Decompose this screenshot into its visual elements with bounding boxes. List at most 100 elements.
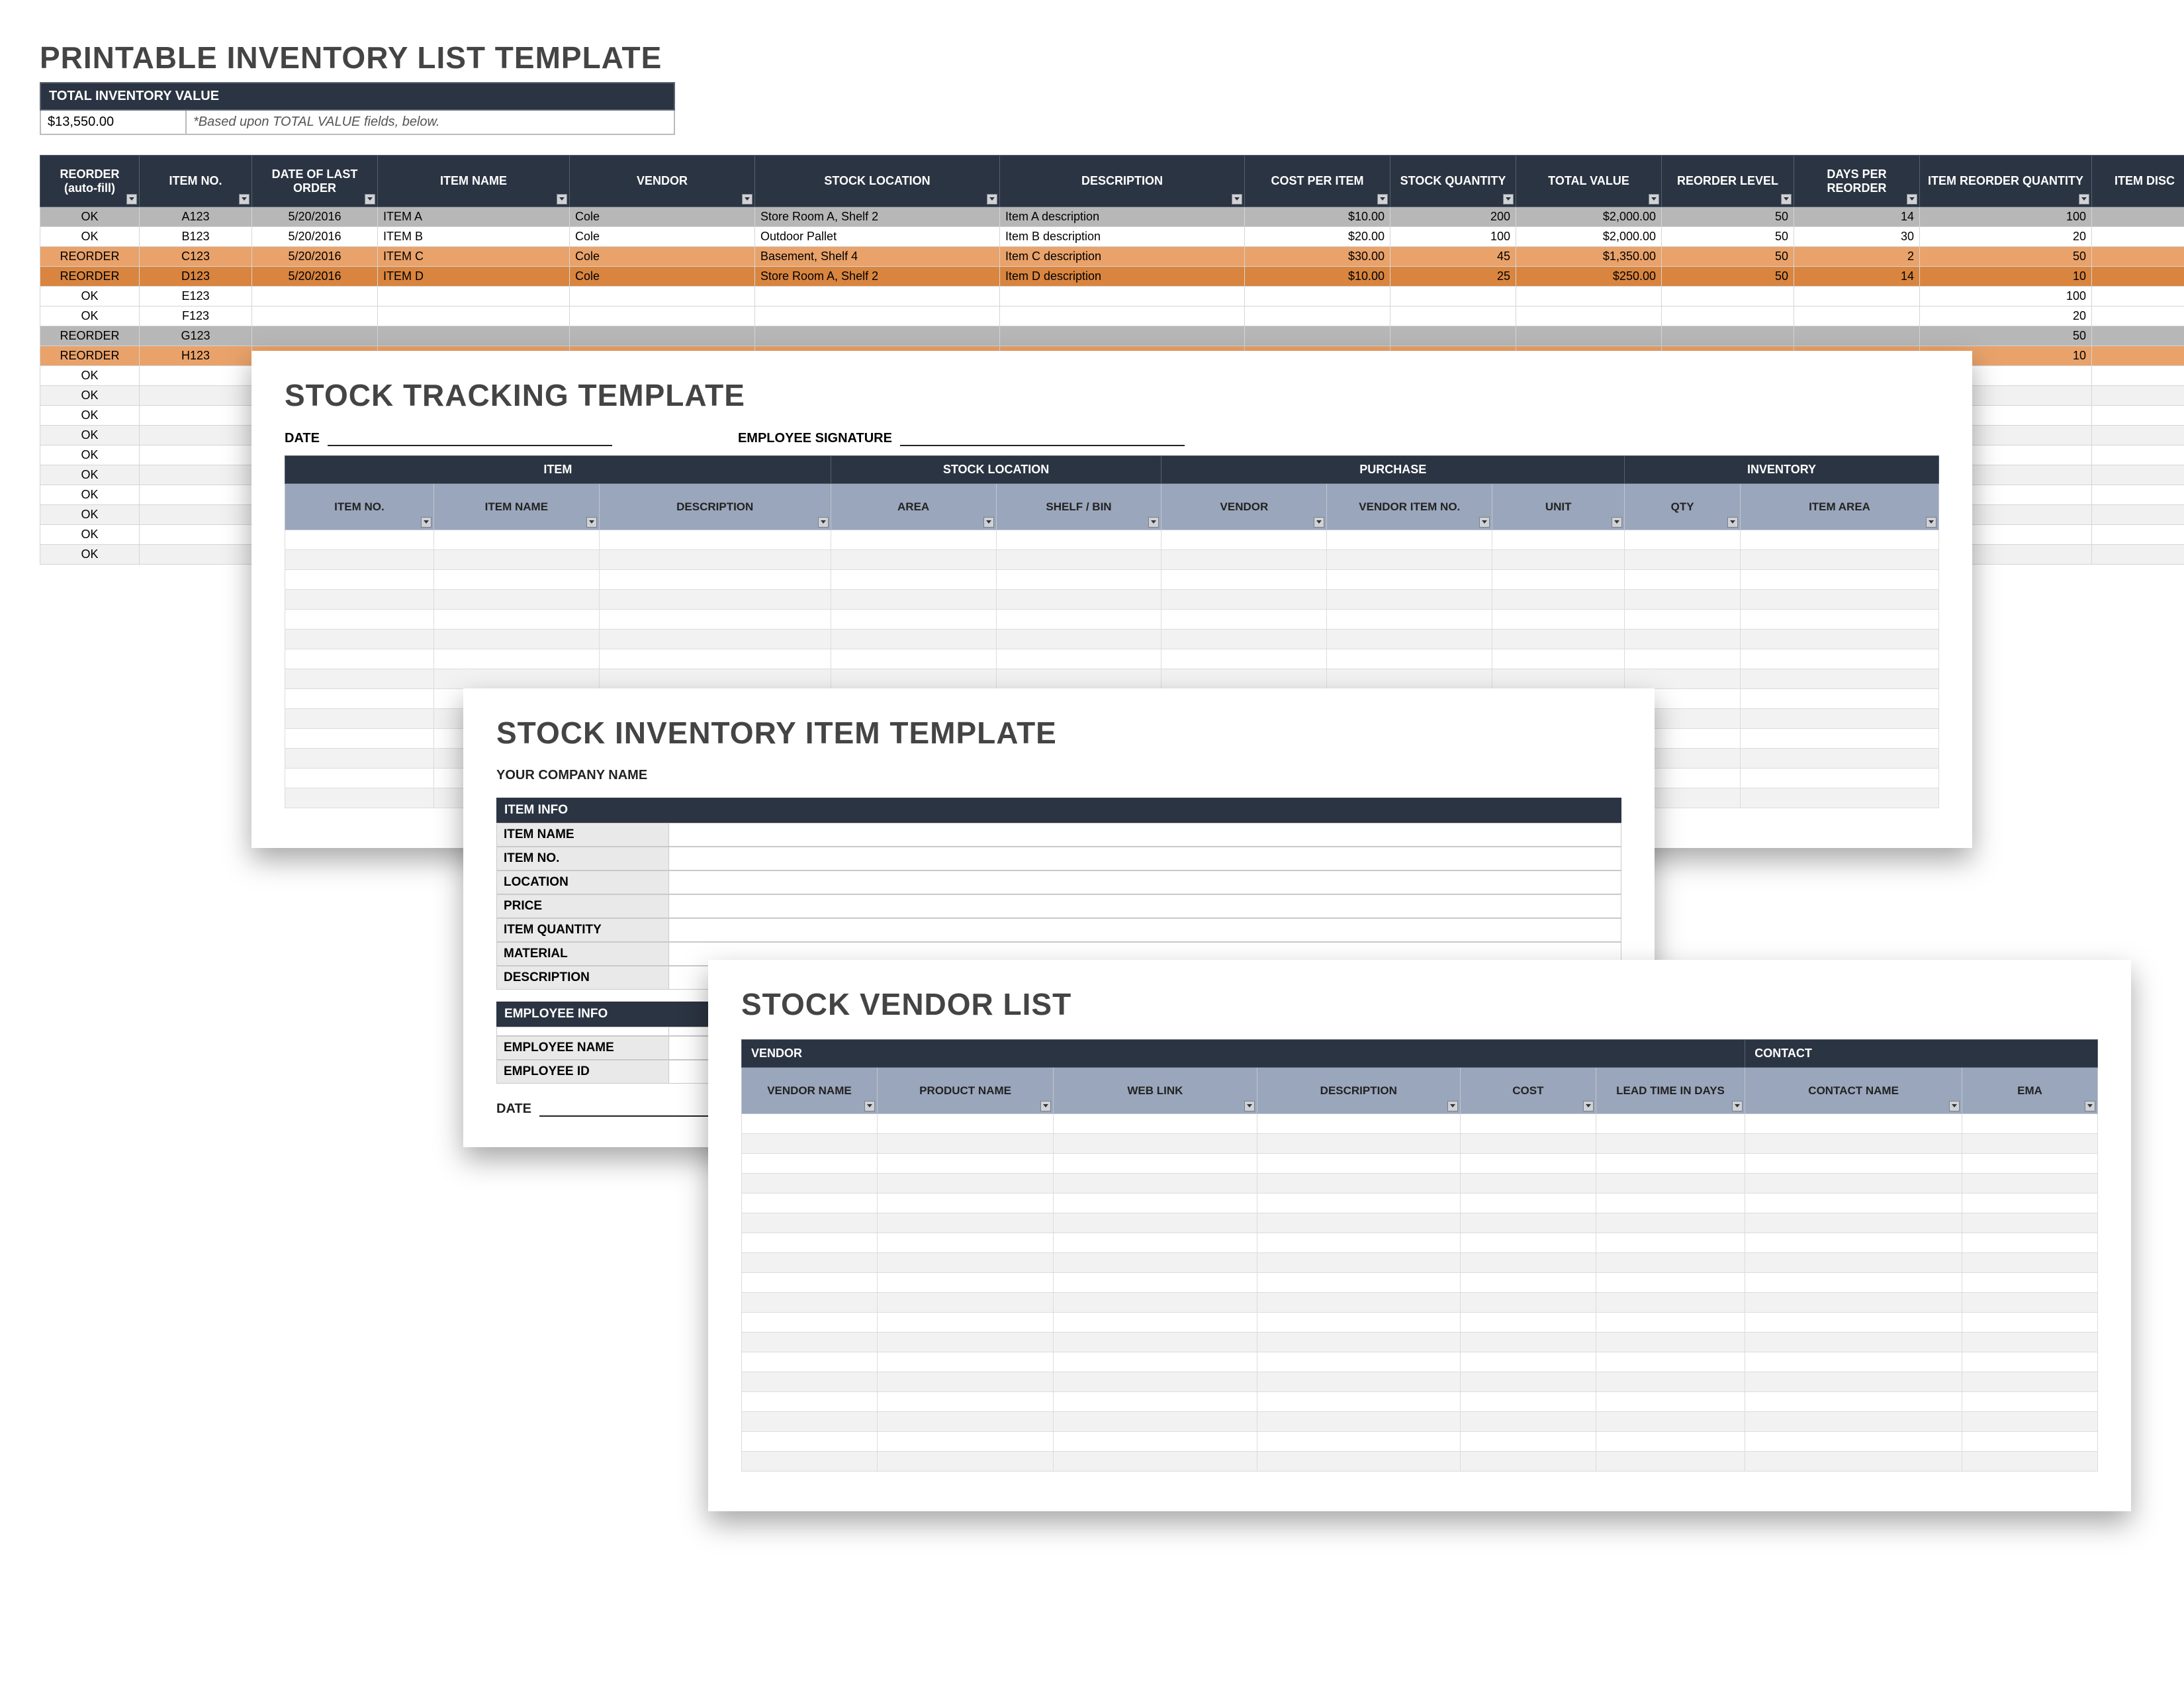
cell[interactable]: REORDER — [40, 346, 140, 366]
cell[interactable] — [1390, 306, 1516, 326]
cell[interactable] — [1596, 1174, 1745, 1194]
cell[interactable]: OK — [40, 545, 140, 565]
cell[interactable]: D123 — [140, 267, 252, 287]
filter-icon[interactable] — [586, 517, 597, 528]
cell[interactable] — [1327, 590, 1492, 610]
cell[interactable] — [2092, 525, 2184, 545]
cell[interactable]: REORDER — [40, 247, 140, 267]
cell[interactable] — [1257, 1134, 1460, 1154]
cell[interactable] — [599, 590, 831, 610]
cell[interactable] — [1741, 788, 1939, 808]
cell[interactable] — [285, 669, 434, 689]
cell[interactable]: 2 — [1794, 247, 1920, 267]
cell[interactable] — [433, 649, 599, 669]
cell[interactable] — [599, 570, 831, 590]
cell[interactable] — [1054, 1293, 1257, 1313]
cell[interactable] — [877, 1273, 1053, 1293]
cell[interactable]: OK — [40, 485, 140, 505]
field-value[interactable] — [669, 847, 1621, 870]
cell[interactable] — [1460, 1352, 1596, 1372]
cell[interactable] — [742, 1372, 878, 1392]
cell[interactable] — [1257, 1412, 1460, 1432]
cell[interactable] — [1745, 1253, 1962, 1273]
cell[interactable] — [2092, 545, 2184, 565]
cell[interactable] — [742, 1412, 878, 1432]
filter-icon[interactable] — [1232, 194, 1242, 205]
cell[interactable] — [1257, 1432, 1460, 1452]
cell[interactable]: 100 — [1390, 227, 1516, 247]
filter-icon[interactable] — [239, 194, 250, 205]
cell[interactable] — [831, 649, 996, 669]
column-header[interactable]: WEB LINK — [1054, 1068, 1257, 1114]
filter-icon[interactable] — [1612, 517, 1622, 528]
filter-icon[interactable] — [421, 517, 432, 528]
cell[interactable] — [285, 749, 434, 769]
cell[interactable] — [996, 590, 1161, 610]
cell[interactable] — [742, 1452, 878, 1472]
column-header[interactable]: DESCRIPTION — [599, 484, 831, 530]
cell[interactable] — [1745, 1233, 1962, 1253]
filter-icon[interactable] — [1649, 194, 1659, 205]
cell[interactable] — [1962, 1313, 2098, 1333]
cell[interactable] — [1390, 326, 1516, 346]
column-header[interactable]: DESCRIPTION — [1000, 156, 1245, 207]
cell[interactable] — [1257, 1194, 1460, 1213]
cell[interactable] — [1745, 1452, 1962, 1472]
cell[interactable] — [1492, 550, 1625, 570]
cell[interactable] — [1596, 1412, 1745, 1432]
cell[interactable]: 25 — [1390, 267, 1516, 287]
filter-icon[interactable] — [818, 517, 829, 528]
cell[interactable] — [285, 610, 434, 630]
cell[interactable] — [1741, 769, 1939, 788]
cell[interactable] — [1245, 287, 1390, 306]
column-header[interactable]: VENDOR — [1161, 484, 1327, 530]
cell[interactable] — [1257, 1313, 1460, 1333]
column-header[interactable]: PRODUCT NAME — [877, 1068, 1053, 1114]
cell[interactable]: OK — [40, 366, 140, 386]
cell[interactable] — [1054, 1273, 1257, 1293]
cell[interactable]: OK — [40, 306, 140, 326]
cell[interactable] — [2092, 426, 2184, 445]
cell[interactable]: B123 — [140, 227, 252, 247]
column-header[interactable]: ITEM REORDER QUANTITY — [1920, 156, 2092, 207]
cell[interactable] — [570, 287, 755, 306]
cell[interactable] — [1257, 1273, 1460, 1293]
cell[interactable] — [1460, 1392, 1596, 1412]
cell[interactable] — [1741, 570, 1939, 590]
cell[interactable] — [1054, 1313, 1257, 1333]
cell[interactable] — [1625, 550, 1741, 570]
cell[interactable]: C123 — [140, 247, 252, 267]
cell[interactable] — [1962, 1412, 2098, 1432]
cell[interactable]: 200 — [1390, 207, 1516, 227]
column-header[interactable]: CONTACT NAME — [1745, 1068, 1962, 1114]
cell[interactable] — [742, 1352, 878, 1372]
cell[interactable]: Cole — [570, 227, 755, 247]
cell[interactable] — [1257, 1452, 1460, 1472]
cell[interactable] — [1745, 1194, 1962, 1213]
cell[interactable] — [1460, 1194, 1596, 1213]
cell[interactable] — [1327, 630, 1492, 649]
cell[interactable] — [2092, 267, 2184, 287]
cell[interactable] — [2092, 346, 2184, 366]
cell[interactable] — [1745, 1313, 1962, 1333]
cell[interactable] — [1741, 669, 1939, 689]
cell[interactable] — [285, 709, 434, 729]
cell[interactable] — [877, 1392, 1053, 1412]
cell[interactable] — [831, 550, 996, 570]
cell[interactable]: Item D description — [1000, 267, 1245, 287]
cell[interactable] — [1962, 1194, 2098, 1213]
cell[interactable] — [877, 1233, 1053, 1253]
cell[interactable]: 50 — [1662, 207, 1794, 227]
cell[interactable]: OK — [40, 505, 140, 525]
cell[interactable] — [378, 326, 570, 346]
date-input-line[interactable] — [539, 1101, 711, 1117]
cell[interactable]: $10.00 — [1245, 207, 1390, 227]
cell[interactable] — [742, 1333, 878, 1352]
cell[interactable] — [877, 1333, 1053, 1352]
cell[interactable] — [2092, 406, 2184, 426]
cell[interactable] — [140, 445, 252, 465]
cell[interactable]: OK — [40, 386, 140, 406]
cell[interactable] — [1492, 649, 1625, 669]
cell[interactable] — [1460, 1372, 1596, 1392]
cell[interactable] — [1054, 1352, 1257, 1372]
